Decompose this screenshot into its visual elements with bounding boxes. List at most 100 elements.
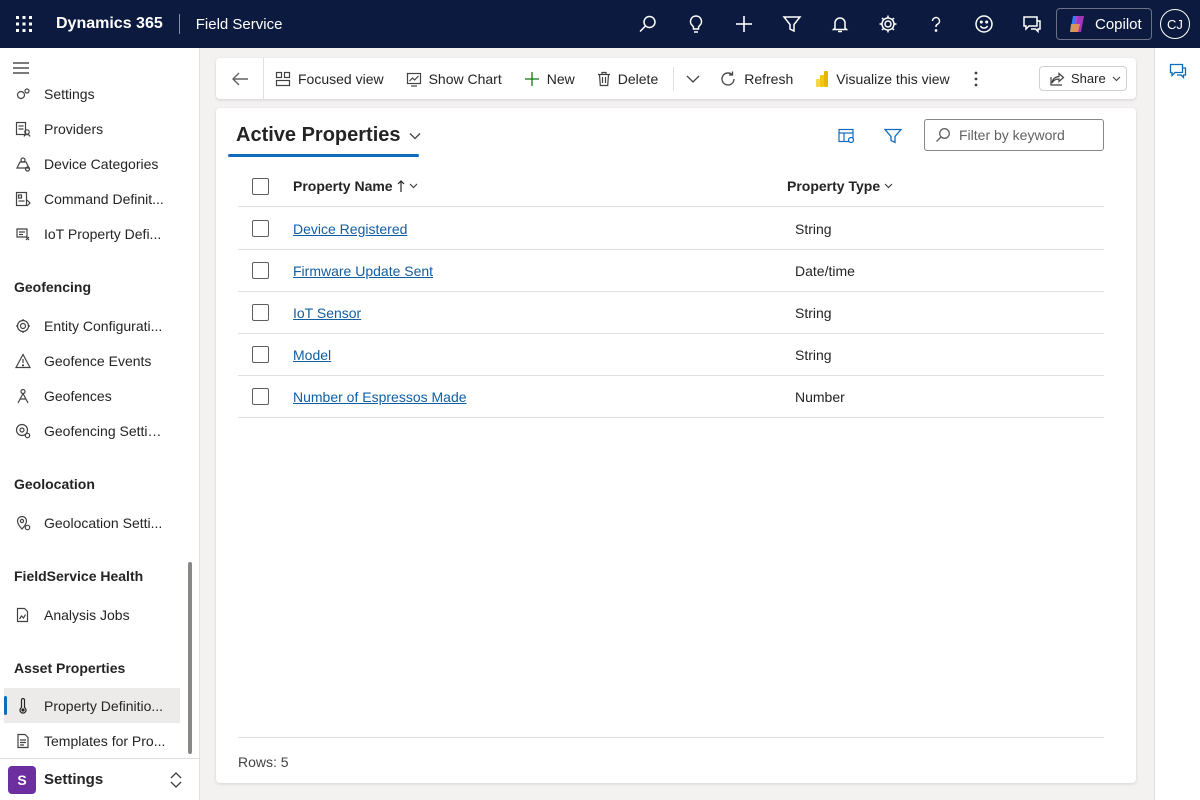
table-row[interactable]: Firmware Update Sent Date/time [238,250,1104,292]
analysis-icon [14,606,32,624]
chat-icon[interactable] [1008,0,1056,48]
area-badge: S [8,765,36,794]
column-header-property-name[interactable]: Property Name [293,178,418,194]
back-button[interactable] [216,58,264,99]
sidebar-item-entity-configuration[interactable]: Entity Configurati... [4,308,180,343]
share-button[interactable]: Share [1039,66,1127,91]
edit-columns-icon[interactable] [838,128,856,144]
user-avatar[interactable]: CJ [1160,9,1190,39]
sidebar-item-providers[interactable]: Providers [4,111,180,146]
filter-by-keyword-input[interactable] [959,127,1099,143]
property-name-link[interactable]: Firmware Update Sent [293,263,433,279]
property-name-link[interactable]: IoT Sensor [293,305,361,321]
arrow-left-icon [231,71,249,87]
search-icon[interactable] [624,0,672,48]
brand-title[interactable]: Dynamics 365 [56,15,163,33]
property-type-cell: Number [795,389,845,405]
table-row[interactable]: Device Registered String [238,208,1104,250]
filter-icon[interactable] [884,128,902,144]
table-row[interactable]: Model String [238,334,1104,376]
sidebar-item-geofence-events[interactable]: Geofence Events [4,343,180,378]
focused-view-button[interactable]: Focused view [264,58,395,99]
copilot-button[interactable]: Copilot [1056,8,1152,40]
geofencing-settings-icon [14,422,32,440]
plus-icon[interactable] [720,0,768,48]
sidebar-item-device-categories[interactable]: Device Categories [4,146,180,181]
sidebar-item-iot-property-definitions[interactable]: IoT Property Defi... [4,216,180,251]
share-icon [1050,71,1065,86]
sort-ascending-icon [397,179,405,193]
row-checkbox[interactable] [252,388,269,405]
new-button[interactable]: New [513,58,586,99]
row-checkbox[interactable] [252,220,269,237]
chat-icon[interactable] [1169,62,1187,80]
property-name-link[interactable]: Device Registered [293,221,407,237]
property-name-link[interactable]: Model [293,347,331,363]
row-count: Rows: 5 [238,737,1104,770]
plus-icon [524,71,540,87]
sidebar-item-templates[interactable]: Templates for Pro... [4,723,180,758]
gear-icon[interactable] [864,0,912,48]
grid-panel: Active Properties Property Name Property… [216,108,1136,783]
show-chart-button[interactable]: Show Chart [395,58,513,99]
delete-button[interactable]: Delete [586,58,669,99]
warning-icon [14,352,32,370]
command-definitions-icon [14,190,32,208]
sidebar-item-settings[interactable]: Settings [4,76,180,111]
select-all-checkbox[interactable] [252,178,269,195]
header-divider [178,14,180,34]
app-name[interactable]: Field Service [196,16,283,33]
grid-header-row: Property Name Property Type [238,164,1104,207]
app-launcher-icon[interactable] [0,0,48,48]
nav-group-fieldservice-health: FieldService Health [14,568,144,584]
table-row[interactable]: IoT Sensor String [238,292,1104,334]
nav-group-asset-properties: Asset Properties [14,660,126,676]
hamburger-menu-icon[interactable] [12,60,30,76]
command-separator [673,66,675,91]
property-type-cell: String [795,347,832,363]
row-checkbox[interactable] [252,262,269,279]
chevron-down-icon [409,183,418,189]
help-icon[interactable] [912,0,960,48]
sidebar-item-geofences[interactable]: Geofences [4,378,180,413]
thermometer-icon [14,697,32,715]
geolocation-icon [14,514,32,532]
more-commands-dropdown[interactable] [678,58,708,99]
providers-icon [14,120,32,138]
chevron-up-down-icon [168,770,184,790]
view-title: Active Properties [236,124,401,146]
view-selector[interactable]: Active Properties [236,124,421,147]
area-label: Settings [44,771,104,788]
right-rail [1154,48,1200,800]
property-name-link[interactable]: Number of Espressos Made [293,389,467,405]
trash-icon [597,71,611,87]
sidebar-item-property-definitions[interactable]: Property Definitio... [4,688,180,723]
filter-by-keyword-field[interactable] [924,119,1104,151]
area-switcher[interactable]: S Settings [0,758,199,800]
top-bar: Dynamics 365 Field Service Copilot CJ [0,0,1200,48]
lightbulb-icon[interactable] [672,0,720,48]
sidebar-item-command-definitions[interactable]: Command Definit... [4,181,180,216]
sidebar-item-geolocation-settings[interactable]: Geolocation Setti... [4,505,180,540]
sidebar: Settings Providers Device Categories Com… [0,48,200,800]
refresh-icon [719,70,737,88]
feedback-smiley-icon[interactable] [960,0,1008,48]
device-categories-icon [14,155,32,173]
refresh-button[interactable]: Refresh [708,58,804,99]
chevron-down-icon [1112,76,1121,82]
document-icon [14,732,32,750]
sidebar-item-analysis-jobs[interactable]: Analysis Jobs [4,597,180,632]
table-row[interactable]: Number of Espressos Made Number [238,376,1104,418]
header-actions [624,0,1056,48]
filter-icon[interactable] [768,0,816,48]
gear-icon [14,317,32,335]
sidebar-item-geofencing-settings[interactable]: Geofencing Settin... [4,413,180,448]
sidebar-scrollbar[interactable] [188,562,192,754]
notification-bell-icon[interactable] [816,0,864,48]
column-header-property-type[interactable]: Property Type [787,178,893,194]
row-checkbox[interactable] [252,346,269,363]
row-checkbox[interactable] [252,304,269,321]
more-options-icon[interactable] [961,58,991,99]
visualize-view-button[interactable]: Visualize this view [804,58,960,99]
search-icon [935,127,951,143]
